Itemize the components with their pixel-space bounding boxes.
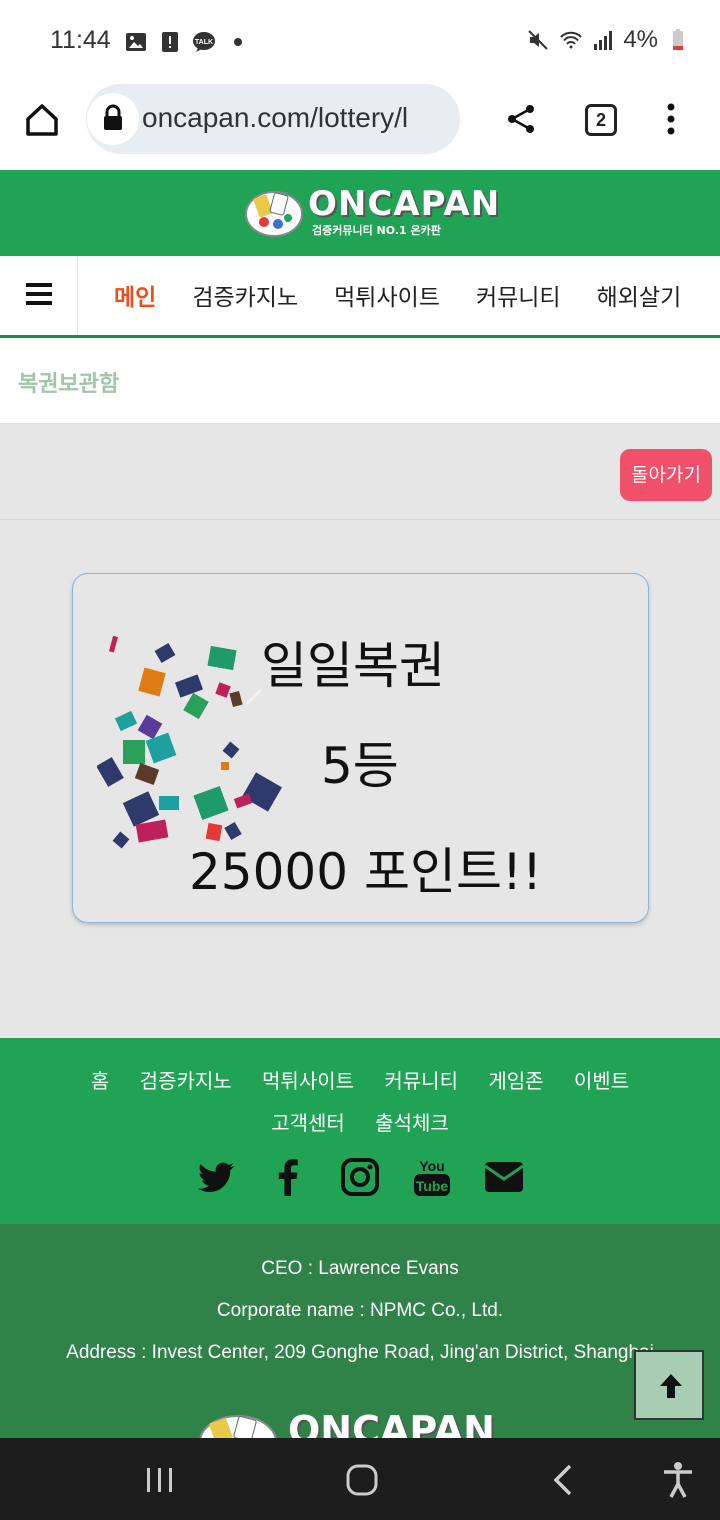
logo-mark-icon [245, 191, 303, 237]
ticket-prize: 25000 포인트!! [189, 843, 543, 901]
footer-links: 홈 검증카지노 먹튀사이트 커뮤니티 게임존 이벤트 고객센터 출석체크 You… [0, 1038, 720, 1224]
lock-icon[interactable] [86, 84, 140, 154]
nav-item-scam-sites[interactable]: 먹튀사이트 [334, 278, 440, 312]
nav-item-main[interactable]: 메인 [114, 278, 156, 312]
footer-logo-mark-icon [199, 1415, 277, 1438]
site-header: ONCAPAN 검증커뮤니티 NO.1 온카판 [0, 170, 720, 256]
wifi-icon [560, 31, 583, 49]
facebook-icon[interactable] [268, 1156, 308, 1198]
footer-link-support[interactable]: 고객센터 [271, 1111, 345, 1135]
logo-subtitle: 검증커뮤니티 NO.1 온카판 [312, 224, 441, 237]
home-icon[interactable] [22, 100, 62, 140]
footer-link-community[interactable]: 커뮤니티 [384, 1069, 458, 1093]
address-text: Address : Invest Center, 209 Gonghe Road… [66, 1342, 654, 1363]
home-nav-icon[interactable] [342, 1460, 382, 1500]
email-icon[interactable] [484, 1156, 524, 1198]
scroll-to-top-button[interactable] [634, 1350, 704, 1420]
svg-text:Tube: Tube [416, 1178, 449, 1194]
tab-switcher-button[interactable]: 2 [585, 104, 617, 136]
address-bar[interactable]: oncapan.com/lottery/l [86, 84, 460, 154]
talk-icon: TALK [193, 32, 215, 52]
mute-icon [528, 30, 549, 50]
main-content: 돌아가기 일일복권 5등 25000 포인트!! [0, 424, 720, 1038]
back-button[interactable]: 돌아가기 [620, 449, 712, 501]
breadcrumb: 복권보관함 [0, 340, 720, 424]
main-nav: 메인 검증카지노 먹튀사이트 커뮤니티 해외살기 [0, 256, 720, 338]
page-title: 복권보관함 [18, 372, 120, 397]
system-icons: 4% [527, 26, 690, 54]
battery-percent: 4% [623, 26, 658, 53]
youtube-icon[interactable]: You Tube [412, 1156, 452, 1198]
footer-link-gamezone[interactable]: 게임존 [488, 1069, 543, 1093]
footer-link-home[interactable]: 홈 [91, 1069, 109, 1093]
hamburger-menu-icon[interactable] [0, 256, 78, 334]
footer-logo-text: ONCAPAN [288, 1408, 495, 1438]
action-bar: 돌아가기 [0, 424, 720, 520]
footer-link-attendance[interactable]: 출석체크 [375, 1111, 449, 1135]
instagram-icon[interactable] [340, 1156, 380, 1198]
company-info: CEO : Lawrence Evans Corporate name : NP… [0, 1248, 720, 1374]
arrow-up-icon [660, 1374, 682, 1398]
more-options-icon[interactable] [660, 102, 682, 136]
lottery-ticket: 일일복권 5등 25000 포인트!! [72, 573, 649, 923]
url-text[interactable]: oncapan.com/lottery/l [142, 102, 452, 134]
android-nav-bar [0, 1438, 720, 1520]
browser-toolbar: oncapan.com/lottery/l 2 [0, 84, 720, 170]
footer-logo: ONCAPAN [198, 1408, 518, 1438]
nav-item-verified-casino[interactable]: 검증카지노 [192, 278, 298, 312]
share-icon[interactable] [504, 102, 538, 136]
ceo-text: CEO : Lawrence Evans [261, 1258, 459, 1279]
twitter-icon[interactable] [196, 1156, 236, 1198]
nav-items: 메인 검증카지노 먹튀사이트 커뮤니티 해외살기 [114, 278, 681, 312]
svg-text:TALK: TALK [195, 39, 213, 46]
site-logo[interactable]: ONCAPAN 검증커뮤니티 NO.1 온카판 [244, 184, 499, 242]
footer-link-events[interactable]: 이벤트 [574, 1069, 629, 1093]
svg-text:You: You [419, 1158, 444, 1174]
signal-icon [594, 31, 613, 50]
footer-link-verified-casino[interactable]: 검증카지노 [140, 1069, 232, 1093]
footer-link-scam-sites[interactable]: 먹튀사이트 [262, 1069, 354, 1093]
corporate-name-text: Corporate name : NPMC Co., Ltd. [216, 1300, 504, 1321]
ticket-title: 일일복권 [261, 637, 445, 695]
footer-info: CEO : Lawrence Evans Corporate name : NP… [0, 1224, 720, 1438]
recent-apps-icon[interactable] [140, 1460, 180, 1500]
alert-icon [162, 32, 178, 52]
nav-item-overseas[interactable]: 해외살기 [597, 278, 682, 312]
notification-icons: TALK [124, 30, 250, 54]
status-time: 11:44 [50, 26, 111, 54]
accessibility-icon[interactable] [658, 1460, 698, 1500]
ticket-rank: 5등 [321, 737, 399, 795]
nav-item-community[interactable]: 커뮤니티 [476, 278, 561, 312]
logo-text: ONCAPAN [308, 184, 501, 224]
gallery-icon [126, 33, 146, 51]
battery-icon [673, 29, 683, 50]
social-links: You Tube [0, 1156, 720, 1198]
back-nav-icon[interactable] [544, 1460, 584, 1500]
dot-icon [234, 38, 242, 46]
footer-nav: 홈 검증카지노 먹튀사이트 커뮤니티 게임존 이벤트 고객센터 출석체크 [0, 1060, 720, 1144]
status-bar: 11:44 TALK 4% [0, 0, 720, 84]
